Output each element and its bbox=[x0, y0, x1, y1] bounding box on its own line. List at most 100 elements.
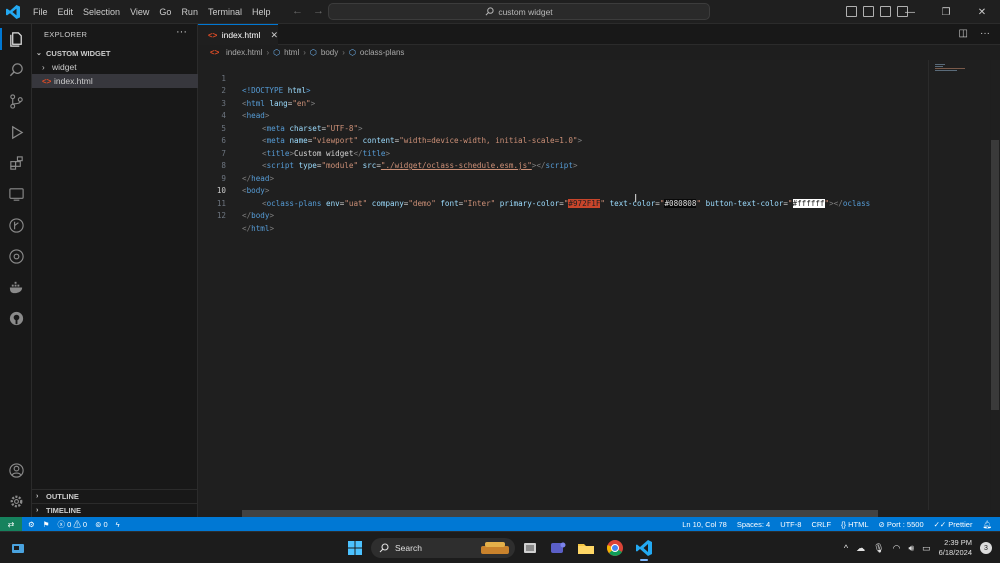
menu-selection[interactable]: Selection bbox=[78, 7, 125, 17]
taskbar-clock[interactable]: 2:39 PM 6/18/2024 bbox=[939, 538, 972, 558]
task-view-icon[interactable] bbox=[520, 538, 540, 558]
code-editor[interactable]: 1 <!DOCTYPE html> 2 <html lang="en"> 3 <… bbox=[198, 60, 928, 510]
text-cursor-icon: I bbox=[634, 192, 638, 205]
git-graph-activity[interactable] bbox=[0, 210, 32, 240]
remote-explorer-icon bbox=[8, 187, 24, 201]
lightning-icon[interactable]: ϟ bbox=[116, 520, 120, 529]
horizontal-scrollbar[interactable] bbox=[242, 510, 878, 517]
teams-icon[interactable] bbox=[548, 538, 568, 558]
close-icon[interactable]: ✕ bbox=[964, 0, 1000, 24]
taskbar-search[interactable]: Search bbox=[371, 538, 515, 558]
breadcrumb-oclass-plans[interactable]: oclass-plans bbox=[360, 48, 404, 57]
menu-view[interactable]: View bbox=[125, 7, 154, 17]
widgets-icon[interactable] bbox=[10, 540, 26, 556]
command-center[interactable]: custom widget bbox=[328, 3, 710, 20]
timeline-label: TIMELINE bbox=[46, 506, 81, 515]
outline-section-header[interactable]: › OUTLINE bbox=[32, 489, 198, 503]
menu-go[interactable]: Go bbox=[154, 7, 176, 17]
toggle-primary-sidebar-icon[interactable] bbox=[846, 6, 857, 17]
gitlens-activity[interactable] bbox=[0, 241, 32, 271]
status-left: ⚙ ⚑ ⓧ 0 ⚠ 0 ⊚ 0 ϟ bbox=[28, 517, 120, 531]
search-activity[interactable] bbox=[0, 55, 32, 85]
menu-file[interactable]: File bbox=[28, 7, 53, 17]
tree-item-widget-folder[interactable]: › widget bbox=[32, 60, 198, 74]
indentation[interactable]: Spaces: 4 bbox=[737, 520, 770, 529]
taskbar-search-label: Search bbox=[395, 543, 422, 553]
restore-icon[interactable]: ❐ bbox=[928, 0, 964, 24]
notification-badge[interactable]: 3 bbox=[980, 542, 992, 554]
more-actions-icon[interactable]: ··· bbox=[176, 26, 187, 38]
code-line: 9 <body> bbox=[198, 160, 928, 196]
windows-start-icon[interactable] bbox=[345, 538, 365, 558]
windows-taskbar: Search ^ ☁ 🎙︎ ◠ 🔊︎ ▭ 2:39 PM 6/18/2024 3 bbox=[0, 531, 1000, 563]
ports-status[interactable]: ⊚ 0 bbox=[95, 520, 108, 529]
file-explorer-icon[interactable] bbox=[576, 538, 596, 558]
timeline-section-header[interactable]: › TIMELINE bbox=[32, 503, 198, 517]
chevron-up-icon[interactable]: ^ bbox=[844, 543, 848, 553]
menu-edit[interactable]: Edit bbox=[53, 7, 79, 17]
vscode-taskbar-icon[interactable] bbox=[634, 538, 654, 558]
live-share-icon[interactable]: ⚑ bbox=[43, 520, 50, 529]
wifi-icon[interactable]: ◠ bbox=[893, 543, 901, 554]
cursor-position[interactable]: Ln 10, Col 78 bbox=[682, 520, 727, 529]
volume-icon[interactable]: 🔊︎ bbox=[908, 543, 914, 554]
source-control-activity[interactable] bbox=[0, 86, 32, 116]
docker-activity[interactable] bbox=[0, 272, 32, 302]
command-center-text: custom widget bbox=[498, 6, 553, 17]
encoding[interactable]: UTF-8 bbox=[780, 520, 801, 529]
split-editor-icon[interactable]: ◫ bbox=[959, 28, 968, 39]
problems-status[interactable]: ⓧ 0 ⚠ 0 bbox=[57, 519, 87, 530]
activity-bar bbox=[0, 24, 32, 517]
workspace-section-header[interactable]: ⌄ CUSTOM WIDGET bbox=[32, 46, 198, 60]
explorer-sidebar: EXPLORER ··· ⌄ CUSTOM WIDGET › widget <>… bbox=[32, 24, 198, 517]
tree-item-index-html[interactable]: <> index.html bbox=[32, 74, 198, 88]
explorer-activity[interactable] bbox=[0, 24, 32, 54]
back-arrow-icon[interactable]: ← bbox=[292, 5, 303, 17]
minimize-icon[interactable]: — bbox=[892, 0, 928, 24]
toggle-panel-icon[interactable] bbox=[863, 6, 874, 17]
toggle-secondary-sidebar-icon[interactable] bbox=[880, 6, 891, 17]
menu-run[interactable]: Run bbox=[176, 7, 203, 17]
github-activity[interactable] bbox=[0, 303, 32, 333]
more-actions-icon[interactable]: ··· bbox=[980, 28, 990, 39]
system-tray: ^ ☁ 🎙︎ ◠ 🔊︎ ▭ 2:39 PM 6/18/2024 3 bbox=[844, 532, 1000, 563]
editor-tabs: <> index.html ✕ ◫ ··· bbox=[198, 24, 1000, 45]
menu-help[interactable]: Help bbox=[247, 7, 276, 17]
minimap[interactable] bbox=[928, 60, 990, 510]
breadcrumb-file[interactable]: index.html bbox=[226, 48, 262, 57]
source-control-status-icon[interactable]: ⚙ bbox=[28, 520, 35, 529]
tab-index-html[interactable]: <> index.html ✕ bbox=[198, 24, 278, 45]
remote-explorer-activity[interactable] bbox=[0, 179, 32, 209]
prettier-status[interactable]: ✓✓ Prettier bbox=[934, 520, 973, 529]
forward-arrow-icon[interactable]: → bbox=[313, 5, 324, 17]
remote-indicator[interactable]: ⇄ bbox=[0, 517, 22, 531]
cloud-icon[interactable]: ☁ bbox=[856, 543, 865, 554]
notifications-bell-icon[interactable]: 🔔︎ bbox=[982, 520, 992, 529]
github-icon bbox=[9, 311, 23, 325]
battery-icon[interactable]: ▭ bbox=[922, 543, 931, 554]
accounts-activity[interactable] bbox=[0, 455, 32, 485]
extensions-activity[interactable] bbox=[0, 148, 32, 178]
live-server-port[interactable]: ⊘ Port : 5500 bbox=[879, 520, 924, 529]
vertical-scrollbar[interactable] bbox=[991, 60, 1000, 510]
menu-terminal[interactable]: Terminal bbox=[203, 7, 247, 17]
chevron-right-icon: › bbox=[36, 493, 39, 500]
manage-activity[interactable] bbox=[0, 486, 32, 516]
window-controls: — ❐ ✕ bbox=[892, 0, 1000, 24]
gear-icon bbox=[10, 495, 22, 507]
end-of-line[interactable]: CRLF bbox=[811, 520, 831, 529]
vscode-logo-icon bbox=[6, 5, 20, 19]
microphone-icon[interactable]: 🎙︎ bbox=[873, 543, 884, 554]
scrollbar-thumb[interactable] bbox=[991, 140, 999, 410]
clock-time: 2:39 PM bbox=[944, 538, 972, 547]
run-debug-icon bbox=[11, 125, 23, 139]
chrome-icon[interactable] bbox=[605, 538, 625, 558]
code-line: 5 <meta name="viewport" content="width=d… bbox=[198, 110, 928, 146]
breadcrumb-body[interactable]: body bbox=[321, 48, 338, 57]
breadcrumb-separator: › bbox=[266, 48, 270, 57]
chevron-down-icon: ⌄ bbox=[36, 50, 42, 57]
close-tab-icon[interactable]: ✕ bbox=[270, 30, 278, 41]
language-mode[interactable]: {} HTML bbox=[841, 520, 869, 529]
breadcrumb-html[interactable]: html bbox=[284, 48, 299, 57]
run-debug-activity[interactable] bbox=[0, 117, 32, 147]
